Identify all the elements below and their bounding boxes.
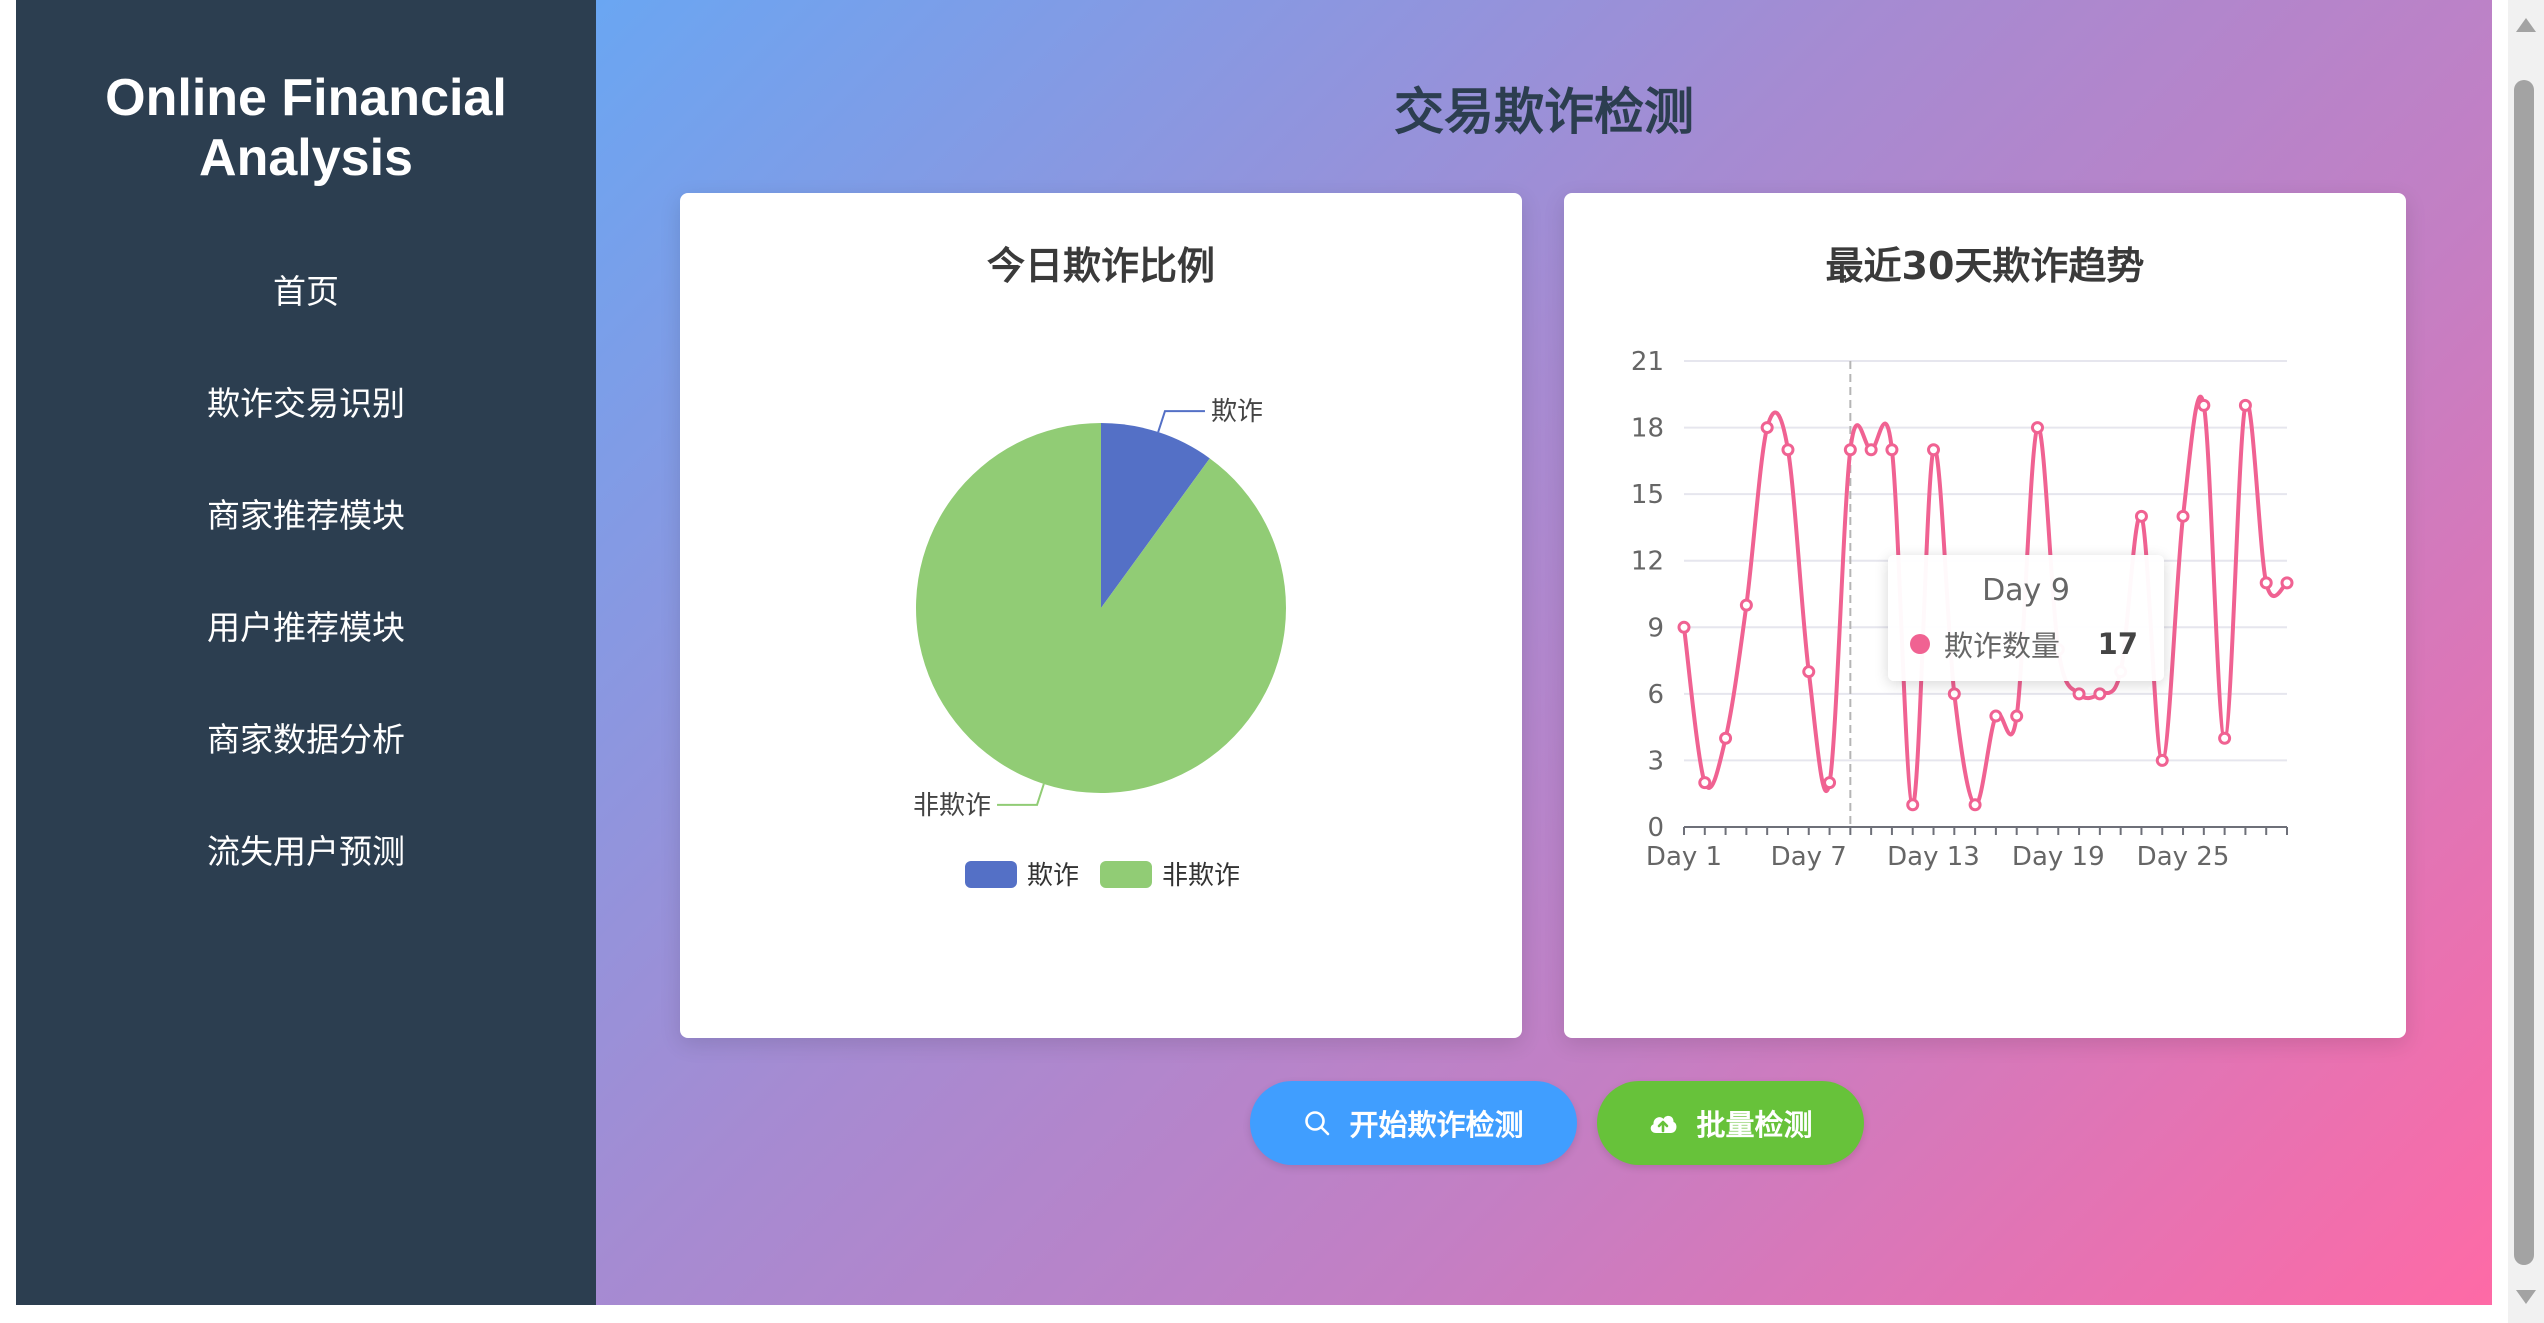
- tooltip-row: 欺诈数量 17: [1910, 625, 2138, 663]
- y-tick-label: 12: [1631, 547, 1664, 577]
- pie-chart: 欺诈非欺诈欺诈 非欺诈: [913, 397, 1286, 891]
- sidebar-menu: 首页 欺诈交易识别 商家推荐模块 用户推荐模块 商家数据分析 流失用户预测: [16, 236, 596, 908]
- legend-label-fraud: 欺诈: [1027, 861, 1079, 891]
- data-point: [1719, 731, 1733, 745]
- y-tick-label: 3: [1647, 746, 1664, 776]
- data-point: [1906, 798, 1920, 812]
- data-point: [1885, 443, 1899, 457]
- tooltip-series-marker: [1910, 634, 1930, 654]
- data-point: [2238, 398, 2252, 412]
- y-tick-label: 6: [1647, 680, 1664, 710]
- data-point: [2280, 576, 2294, 590]
- data-point: [2010, 709, 2024, 723]
- data-point: [1968, 798, 1982, 812]
- y-tick-label: 21: [1631, 347, 1664, 377]
- page-title: 交易欺诈检测: [1394, 83, 1694, 141]
- fraud-ratio-card: 今日欺诈比例 欺诈 非欺诈 欺诈 非欺诈: [680, 193, 1522, 1038]
- data-point: [2093, 687, 2107, 701]
- data-point: [1823, 776, 1837, 790]
- data-point: [2197, 398, 2211, 412]
- x-tick-label: Day 7: [1771, 842, 1847, 872]
- data-point: [1927, 443, 1941, 457]
- data-point: [2259, 576, 2273, 590]
- search-icon: [1303, 1109, 1331, 1137]
- y-tick-label: 0: [1647, 813, 1664, 843]
- data-point: [1781, 443, 1795, 457]
- app-brand: Online Financial Analysis: [56, 68, 556, 188]
- start-detection-label: 开始欺诈检测: [1349, 1108, 1524, 1142]
- legend-swatch-non-fraud: [1100, 861, 1152, 888]
- data-point: [1864, 443, 1878, 457]
- scroll-up-arrow[interactable]: [2516, 18, 2536, 32]
- sidebar-item-merchant-analysis[interactable]: 商家数据分析: [16, 684, 596, 796]
- app-window: Online Financial Analysis 首页 欺诈交易识别 商家推荐…: [16, 0, 2492, 1305]
- main-content: 交易欺诈检测 今日欺诈比例 欺诈 非欺诈 欺诈 非欺诈 最近30天欺诈趋势 03691…: [596, 0, 2492, 1305]
- data-point: [1947, 687, 1961, 701]
- data-point: [2218, 731, 2232, 745]
- x-tick-label: Day 1: [1646, 842, 1722, 872]
- sidebar: Online Financial Analysis 首页 欺诈交易识别 商家推荐…: [16, 0, 596, 1305]
- page-scrollbar[interactable]: [2508, 0, 2544, 1323]
- x-tick-label: Day 13: [1887, 842, 1980, 872]
- chart-tooltip: Day 9 欺诈数量 17: [1888, 555, 2164, 681]
- scroll-down-arrow[interactable]: [2516, 1290, 2536, 1304]
- y-tick-label: 18: [1631, 414, 1664, 444]
- brand-line-1: Online Financial: [105, 69, 507, 127]
- tooltip-title: Day 9: [1982, 573, 2070, 608]
- data-point: [2155, 753, 2169, 767]
- y-tick-label: 9: [1647, 613, 1664, 643]
- fraud-trend-card: 最近30天欺诈趋势 0 3 6 9 12 15 18 21 Day 1 Day 7 Day 13 Da…: [1564, 193, 2406, 1038]
- brand-line-2: Analysis: [199, 129, 413, 187]
- tooltip-value: 17: [2097, 627, 2138, 661]
- batch-detection-button[interactable]: 批量检测: [1597, 1081, 1864, 1165]
- sidebar-item-user-recommendation[interactable]: 用户推荐模块: [16, 572, 596, 684]
- data-point: [1739, 598, 1753, 612]
- sidebar-item-home[interactable]: 首页: [16, 236, 596, 348]
- data-point: [1989, 709, 2003, 723]
- x-tick-label: Day 19: [2012, 842, 2105, 872]
- x-tick-label: Day 25: [2137, 842, 2230, 872]
- pie-label-non-fraud: 非欺诈: [913, 791, 991, 821]
- data-point: [2134, 509, 2148, 523]
- data-point: [2030, 421, 2044, 435]
- pie-label-line-non-fraud: [997, 783, 1045, 806]
- data-point: [2072, 687, 2086, 701]
- data-point: [2176, 509, 2190, 523]
- cloud-upload-icon: [1648, 1111, 1678, 1135]
- tooltip-series-name: 欺诈数量: [1944, 629, 2061, 663]
- pie-label-fraud: 欺诈: [1211, 397, 1263, 427]
- data-point: [1698, 776, 1712, 790]
- sidebar-item-fraud-detection[interactable]: 欺诈交易识别: [16, 348, 596, 460]
- pie-label-line-fraud: [1157, 410, 1205, 433]
- sidebar-item-churn-prediction[interactable]: 流失用户预测: [16, 796, 596, 908]
- legend-swatch-fraud: [965, 861, 1017, 888]
- legend-label-non-fraud: 非欺诈: [1162, 861, 1240, 891]
- data-point: [1677, 620, 1691, 634]
- data-point: [1802, 665, 1816, 679]
- pie-slice-non-fraud: [916, 423, 1286, 793]
- data-point: [1760, 421, 1774, 435]
- data-point: [1843, 443, 1857, 457]
- y-tick-label: 15: [1631, 480, 1664, 510]
- sidebar-item-merchant-recommendation[interactable]: 商家推荐模块: [16, 460, 596, 572]
- start-detection-button[interactable]: 开始欺诈检测: [1250, 1081, 1577, 1165]
- scrollbar-thumb[interactable]: [2514, 80, 2534, 1265]
- batch-detection-label: 批量检测: [1696, 1108, 1813, 1142]
